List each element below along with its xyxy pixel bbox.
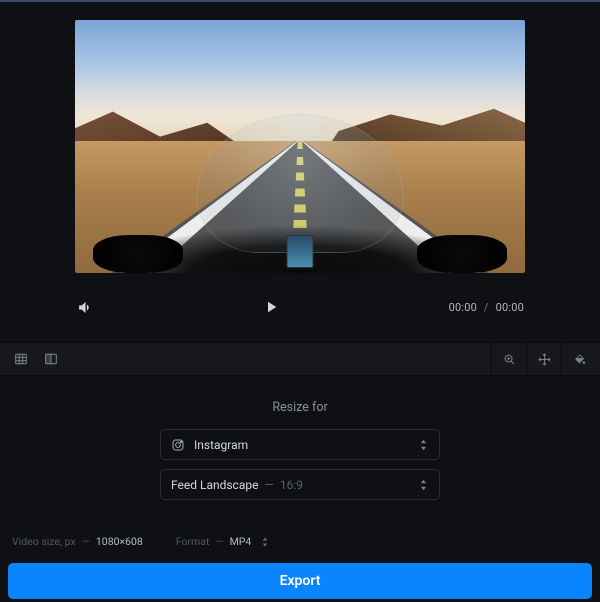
video-size-sep: — bbox=[82, 535, 90, 548]
toolbar bbox=[0, 342, 600, 376]
stepper-icon bbox=[419, 438, 431, 452]
preset-label: Feed Landscape bbox=[171, 478, 258, 492]
move-icon[interactable] bbox=[529, 344, 559, 374]
resize-panel: Resize for Instagram Feed Landscape — 16… bbox=[0, 376, 600, 525]
player-controls: 00:00 / 00:00 bbox=[0, 273, 600, 325]
format-stepper[interactable] bbox=[261, 536, 271, 548]
total-time: 00:00 bbox=[496, 301, 524, 314]
time-display: 00:00 / 00:00 bbox=[449, 301, 524, 314]
meta-bar: Video size, px — 1080×608 Format — MP4 bbox=[0, 525, 600, 557]
video-size-value: 1080×608 bbox=[96, 535, 143, 548]
preset-ratio-prefix: — bbox=[264, 478, 273, 492]
preset-ratio: 16:9 bbox=[280, 478, 303, 492]
format-sep: — bbox=[215, 535, 223, 548]
time-separator: / bbox=[484, 301, 489, 314]
video-preview[interactable] bbox=[75, 20, 525, 273]
video-size-label: Video size, px bbox=[12, 535, 76, 548]
platform-label: Instagram bbox=[194, 438, 248, 452]
preset-select[interactable]: Feed Landscape — 16:9 bbox=[160, 469, 440, 500]
meta-divider bbox=[159, 526, 160, 558]
panel-title: Resize for bbox=[0, 400, 600, 415]
format-label: Format bbox=[176, 535, 210, 548]
export-label: Export bbox=[280, 573, 321, 589]
paint-bucket-icon[interactable] bbox=[564, 344, 594, 374]
volume-icon[interactable] bbox=[76, 298, 94, 316]
split-view-icon[interactable] bbox=[36, 344, 66, 374]
current-time: 00:00 bbox=[449, 301, 477, 314]
format-value: MP4 bbox=[230, 535, 252, 548]
preview-area: 00:00 / 00:00 bbox=[0, 2, 600, 342]
play-button[interactable] bbox=[262, 298, 280, 316]
platform-select[interactable]: Instagram bbox=[160, 429, 440, 460]
instagram-icon bbox=[171, 437, 186, 452]
stepper-icon bbox=[419, 478, 431, 492]
export-button[interactable]: Export bbox=[8, 563, 592, 599]
zoom-icon[interactable] bbox=[494, 344, 524, 374]
grid-icon[interactable] bbox=[6, 344, 36, 374]
